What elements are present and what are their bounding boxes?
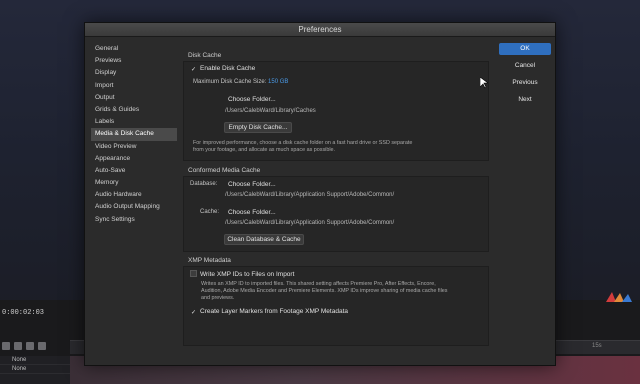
sidebar-item-appearance[interactable]: Appearance (91, 153, 177, 165)
empty-disk-cache-button[interactable]: Empty Disk Cache... (224, 122, 292, 133)
sidebar-item-auto-save[interactable]: Auto-Save (91, 165, 177, 177)
adobe-logo-icon (606, 292, 632, 302)
sidebar-item-import[interactable]: Import (91, 80, 177, 92)
xmp-panel: Write XMP IDs to Files on Import Writes … (183, 266, 489, 346)
clean-database-cache-button[interactable]: Clean Database & Cache (224, 234, 304, 245)
disk-cache-choose-folder-button[interactable]: Choose Folder... (228, 96, 276, 103)
conformed-cache-panel: Database: Choose Folder... /Users/CalebW… (183, 176, 489, 252)
disk-cache-path: /Users/CalebWard/Library/Caches (225, 108, 316, 114)
xmp-heading: XMP Metadata (188, 257, 231, 264)
enable-disk-cache-label: Enable Disk Cache (200, 65, 256, 72)
max-cache-size-label: Maximum Disk Cache Size: (193, 79, 267, 85)
database-label: Database: (190, 181, 218, 187)
next-button[interactable]: Next (499, 94, 551, 106)
disk-cache-note-line2: from your footage, and allocate as much … (193, 147, 336, 153)
xmp-note-line1: Writes an XMP ID to imported files. This… (201, 281, 436, 287)
cache-path: /Users/CalebWard/Library/Application Sup… (225, 220, 395, 226)
enable-disk-cache-checkbox[interactable]: ✓ Enable Disk Cache (190, 65, 255, 74)
database-path: /Users/CalebWard/Library/Application Sup… (225, 192, 395, 198)
disk-cache-heading: Disk Cache (188, 52, 222, 59)
layer-mode[interactable]: None (12, 366, 26, 372)
dialog-title[interactable]: Preferences (85, 23, 555, 37)
sidebar-item-audio-output-mapping[interactable]: Audio Output Mapping (91, 201, 177, 213)
layer-mode[interactable]: None (12, 357, 26, 363)
sidebar-item-video-preview[interactable]: Video Preview (91, 141, 177, 153)
create-layer-markers-label: Create Layer Markers from Footage XMP Me… (200, 308, 348, 315)
sidebar-item-sync-settings[interactable]: Sync Settings (91, 214, 177, 226)
sidebar-item-audio-hardware[interactable]: Audio Hardware (91, 189, 177, 201)
write-xmp-ids-label: Write XMP IDs to Files on Import (200, 271, 295, 278)
conformed-cache-heading: Conformed Media Cache (188, 167, 261, 174)
xmp-note-line3: and previews. (201, 295, 235, 301)
ok-button[interactable]: OK (499, 43, 551, 55)
timeline-toolbar (2, 342, 46, 350)
mouse-pointer-icon (480, 77, 488, 89)
disk-cache-note-line1: For improved performance, choose a disk … (193, 140, 413, 146)
max-cache-size-value[interactable]: 150 GB (268, 79, 288, 85)
sidebar-item-media-disk-cache[interactable]: Media & Disk Cache (91, 128, 177, 141)
layer-row[interactable]: None (0, 356, 70, 365)
previous-button[interactable]: Previous (499, 77, 551, 89)
sidebar-item-display[interactable]: Display (91, 67, 177, 79)
preferences-dialog: Preferences General Previews Display Imp… (84, 22, 556, 366)
layer-row[interactable]: None (0, 365, 70, 374)
layer-switch-icon[interactable] (26, 342, 34, 350)
cache-label: Cache: (200, 209, 220, 215)
cancel-button[interactable]: Cancel (499, 60, 551, 72)
database-choose-folder-button[interactable]: Choose Folder... (228, 181, 276, 188)
sidebar-item-labels[interactable]: Labels (91, 116, 177, 128)
sidebar-item-grids-guides[interactable]: Grids & Guides (91, 104, 177, 116)
xmp-note-line2: Audition, Adobe Media Encoder and Premie… (201, 288, 448, 294)
timecode-display[interactable]: 0:00:02:03 (2, 309, 44, 317)
checkmark-icon: ✓ (190, 67, 197, 73)
checkmark-icon: ✓ (190, 310, 197, 316)
ruler-label: 15s (592, 343, 602, 349)
create-layer-markers-checkbox[interactable]: ✓ Create Layer Markers from Footage XMP M… (190, 308, 348, 317)
cache-choose-folder-button[interactable]: Choose Folder... (228, 209, 276, 216)
sidebar-item-output[interactable]: Output (91, 92, 177, 104)
sidebar-item-previews[interactable]: Previews (91, 55, 177, 67)
sidebar-item-memory[interactable]: Memory (91, 177, 177, 189)
layer-switch-icon[interactable] (38, 342, 46, 350)
layer-switch-icon[interactable] (2, 342, 10, 350)
checkbox-empty-icon (190, 270, 197, 277)
preferences-sidebar: General Previews Display Import Output G… (91, 43, 177, 226)
layer-switch-icon[interactable] (14, 342, 22, 350)
write-xmp-ids-checkbox[interactable]: Write XMP IDs to Files on Import (190, 270, 294, 278)
sidebar-item-general[interactable]: General (91, 43, 177, 55)
disk-cache-panel: ✓ Enable Disk Cache Maximum Disk Cache Si… (183, 61, 489, 161)
max-cache-size-row: Maximum Disk Cache Size: 150 GB (193, 79, 288, 85)
layer-list: None None (0, 356, 70, 384)
